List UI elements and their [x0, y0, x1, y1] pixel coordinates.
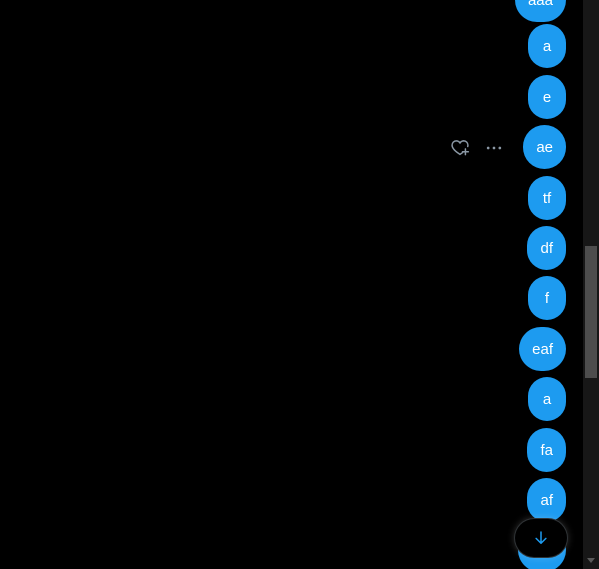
vertical-scrollbar[interactable]: [583, 0, 599, 569]
message-bubble[interactable]: eaf: [519, 327, 566, 371]
message-bubble[interactable]: fa: [527, 428, 566, 472]
heart-plus-icon: [451, 140, 470, 156]
message-bubble[interactable]: df: [527, 226, 566, 270]
message-bubble[interactable]: e: [528, 75, 566, 119]
message-bubble[interactable]: af: [527, 478, 566, 522]
message-bubble[interactable]: tf: [528, 176, 566, 220]
message-bubble[interactable]: a: [528, 24, 566, 68]
scrollbar-thumb[interactable]: [585, 246, 597, 378]
conversation-view: aaa a e ae tf df f eaf a fa af: [0, 0, 583, 569]
arrow-down-icon: [535, 531, 547, 544]
message-actions: [449, 137, 505, 159]
message-bubble[interactable]: ae: [523, 125, 566, 169]
message-bubble[interactable]: f: [528, 276, 566, 320]
more-horizontal-icon: [486, 146, 502, 150]
scroll-to-bottom-button[interactable]: [515, 519, 567, 557]
react-button[interactable]: [449, 137, 471, 159]
message-bubble[interactable]: a: [528, 377, 566, 421]
more-button[interactable]: [483, 137, 505, 159]
scroll-down-arrow-icon[interactable]: [587, 558, 595, 563]
message-bubble[interactable]: aaa: [514, 0, 566, 22]
